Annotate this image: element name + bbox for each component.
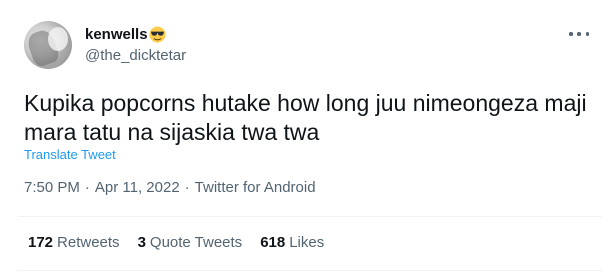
author-handle[interactable]: @the_dicktetar	[85, 47, 186, 64]
likes-count: 618	[260, 234, 286, 251]
more-dot	[577, 32, 581, 36]
retweets-label: Retweets	[57, 234, 120, 251]
meta-separator: ·	[184, 179, 190, 196]
tweet-card: kenwells @the_dicktetar Kupika popcorns …	[0, 0, 612, 276]
retweets-count: 172	[28, 234, 54, 251]
quote-tweets-label: Quote Tweets	[149, 234, 243, 251]
likes-stat[interactable]: 618 Likes	[260, 234, 324, 251]
quote-tweets-stat[interactable]: 3 Quote Tweets	[138, 234, 243, 251]
display-name[interactable]: kenwells	[85, 26, 148, 43]
divider	[18, 270, 602, 271]
divider	[18, 216, 602, 217]
tweet-text: Kupika popcorns hutake how long juu nime…	[24, 90, 587, 145]
tweet-date[interactable]: Apr 11, 2022	[95, 179, 180, 196]
translate-tweet-link[interactable]: Translate Tweet	[24, 147, 116, 162]
avatar[interactable]	[24, 21, 72, 69]
tweet-source[interactable]: Twitter for Android	[195, 179, 316, 196]
more-options-icon[interactable]	[569, 28, 589, 40]
more-dot	[585, 32, 589, 36]
tweet-metadata: 7:50 PM · Apr 11, 2022 · Twitter for And…	[24, 179, 316, 196]
author-name-row[interactable]: kenwells	[85, 24, 166, 44]
retweets-stat[interactable]: 172 Retweets	[28, 234, 120, 251]
likes-label: Likes	[289, 234, 325, 251]
sunglasses-emoji-icon	[149, 25, 166, 43]
quote-tweets-count: 3	[137, 234, 146, 251]
more-dot	[569, 32, 573, 36]
tweet-stats: 172 Retweets 3 Quote Tweets 618 Likes	[28, 234, 342, 251]
meta-separator: ·	[84, 179, 90, 196]
tweet-time[interactable]: 7:50 PM	[24, 179, 80, 196]
